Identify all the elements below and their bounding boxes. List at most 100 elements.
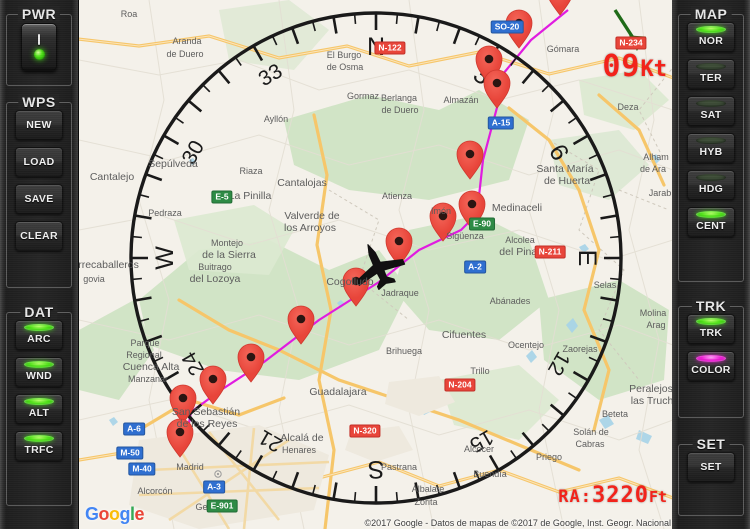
button-alt[interactable]: ALT [15, 394, 63, 424]
map-place-label: Priego [536, 452, 562, 462]
road-shield: N-204 [444, 378, 476, 392]
group-title-pwr: PWR [17, 6, 61, 22]
road-shield: A-2 [464, 260, 486, 274]
map-place-label: Trillo [470, 366, 489, 376]
group-title-wps: WPS [18, 94, 60, 110]
led-indicator-alt [24, 398, 54, 405]
button-sat[interactable]: SAT [687, 96, 735, 126]
map-place-label: Montejo [211, 238, 243, 248]
map-place-label: La Pinilla [229, 190, 272, 202]
map-place-label: El Burgo [327, 50, 362, 60]
group-title-map: MAP [690, 6, 732, 22]
button-label-trk: TRK [699, 327, 723, 339]
map-place-label: de la Sierra [202, 249, 256, 261]
map-place-label: Zaorejas [562, 344, 598, 354]
button-ter[interactable]: TER [687, 59, 735, 89]
button-arc[interactable]: ARC [15, 320, 63, 350]
button-hyb[interactable]: HYB [687, 133, 735, 163]
road-shield: M-40 [128, 462, 156, 476]
button-label-clear: CLEAR [20, 229, 58, 242]
map-place-label: Peralejos [629, 383, 673, 395]
map-place-label: de Huerta [544, 175, 590, 187]
led-indicator-hyb [696, 137, 726, 144]
map-place-label: Alcalá de [280, 432, 323, 444]
map-place-label: del Lozoya [190, 273, 241, 285]
map-place-label: Medinaceli [492, 202, 542, 214]
moving-map[interactable]: N36E1215S2124W3033 RoaArandade DueroEl B… [78, 0, 674, 529]
map-place-label: las Truch [631, 395, 673, 407]
button-trk[interactable]: TRK [687, 314, 735, 344]
map-place-label: Solán de [573, 427, 609, 437]
button-nor[interactable]: NOR [687, 22, 735, 52]
button-cent[interactable]: CENT [687, 207, 735, 237]
button-label-save: SAVE [24, 192, 54, 205]
button-label-new: NEW [26, 118, 52, 131]
led-indicator-ter [696, 63, 726, 70]
map-place-labels: Roa Aranda de Duero El Burgo de Osma Gómara Go… [79, 9, 673, 512]
map-place-label: de los Reyes [177, 418, 238, 430]
map-place-label: Cifuentes [442, 329, 486, 341]
button-save[interactable]: SAVE [15, 184, 63, 214]
map-place-label: Alham [643, 152, 669, 162]
road-shield: A-15 [487, 116, 515, 130]
map-place-label: Zorita [414, 497, 437, 507]
button-trfc[interactable]: TRFC [15, 431, 63, 461]
button-label-wnd: WND [26, 370, 52, 382]
map-place-label: Jarab [649, 188, 672, 198]
map-place-label: Regional [126, 350, 162, 360]
power-rocker[interactable] [21, 23, 57, 71]
group-map: MAP NOR TER SAT HYB HDG CENT [678, 6, 744, 282]
road-shield: E-5 [211, 190, 233, 204]
map-place-label: Guadalajara [309, 386, 366, 398]
road-shield: SO-20 [490, 20, 524, 34]
button-label-set: SET [700, 460, 722, 473]
button-label-hdg: HDG [698, 183, 724, 195]
map-place-label: Manzanar [128, 374, 168, 384]
button-label-alt: ALT [28, 407, 50, 419]
button-load[interactable]: LOAD [15, 147, 63, 177]
map-place-label: Alcocer [464, 444, 494, 454]
map-place-label: Cantalejo [90, 171, 135, 183]
map-place-label: Ayllón [264, 114, 288, 124]
map-place-label: de Duero [166, 49, 203, 59]
map-place-label: Sigüenza [446, 231, 484, 241]
map-place-label: Roa [121, 9, 138, 19]
map-place-label: govia [83, 274, 105, 284]
button-wnd[interactable]: WND [15, 357, 63, 387]
map-attribution: ©2017 Google - Datos de mapas de ©2017 d… [364, 518, 671, 528]
road-shield: N-320 [349, 424, 381, 438]
map-place-label: Beteta [602, 409, 628, 419]
button-color[interactable]: COLOR [687, 351, 735, 381]
led-indicator-trfc [24, 435, 54, 442]
button-clear[interactable]: CLEAR [15, 221, 63, 251]
map-place-label: Jadraque [381, 288, 419, 298]
power-led-icon [33, 49, 45, 60]
group-title-dat: DAT [20, 304, 58, 320]
map-place-label: San Sebastián [172, 406, 240, 418]
map-place-label: Selas [594, 280, 617, 290]
group-dat: DAT ARC WND ALT TRFC [6, 304, 72, 506]
button-label-trfc: TRFC [24, 444, 54, 456]
map-place-label: Santa María [536, 163, 593, 175]
led-indicator-color [696, 355, 726, 362]
map-place-label: Albalate [412, 484, 445, 494]
group-title-set: SET [692, 436, 730, 452]
map-place-label: Sepúlveda [148, 158, 198, 170]
led-indicator-cent [696, 211, 726, 218]
map-place-label: Abánades [490, 296, 531, 306]
button-label-cent: CENT [696, 220, 726, 232]
led-indicator-hdg [696, 174, 726, 181]
button-hdg[interactable]: HDG [687, 170, 735, 200]
map-place-label: Cuenca Alta [123, 361, 180, 373]
google-logo: Google [85, 504, 145, 524]
map-place-label: Buitrago [198, 262, 232, 272]
map-place-label: Cogolludo [326, 276, 373, 288]
power-on-mark [38, 34, 40, 45]
button-set[interactable]: SET [687, 452, 735, 482]
button-new[interactable]: NEW [15, 110, 63, 140]
map-place-label: los Arroyos [284, 222, 336, 234]
road-shield: M-50 [116, 446, 144, 460]
map-place-label: Torrecaballeros [79, 259, 139, 271]
button-label-color: COLOR [691, 364, 731, 376]
map-place-label: Gormaz [347, 91, 380, 101]
